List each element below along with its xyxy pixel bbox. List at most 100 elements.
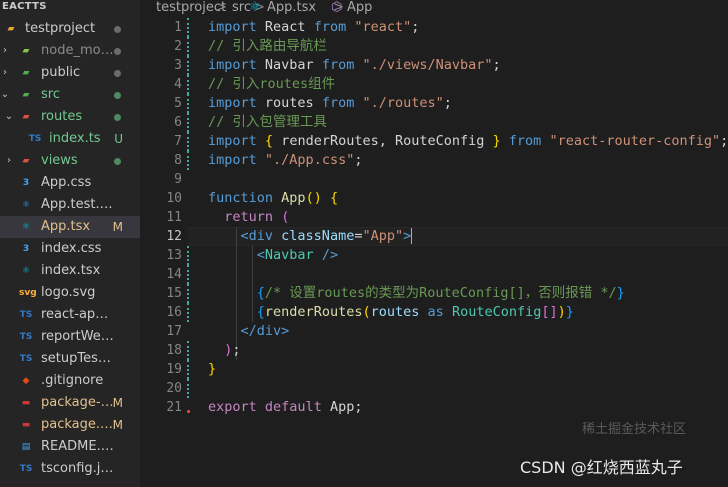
- code-line[interactable]: );: [208, 341, 240, 360]
- chevron-down-icon[interactable]: ⌄: [0, 84, 10, 106]
- line-number: 19: [166, 362, 182, 377]
- breadcrumb-item[interactable]: App ⬡: [331, 0, 372, 15]
- tree-item[interactable]: TS tsconfig.json: [0, 458, 140, 480]
- tree-item-label: setupTests.ts: [41, 351, 114, 366]
- code-line[interactable]: {renderRoutes(routes as RouteConfig[])}: [208, 303, 574, 322]
- code-token: function: [208, 190, 274, 206]
- tree-item-label: index.css: [41, 241, 102, 256]
- react-icon: ⚛: [21, 222, 31, 232]
- react-icon: ⚛: [249, 0, 261, 15]
- tree-item[interactable]: ▤ README.md: [0, 436, 140, 458]
- code-token: "react-router-config": [549, 133, 721, 149]
- code-line[interactable]: // 引入routes组件: [208, 75, 335, 94]
- tree-item-label: react-app-env....: [41, 307, 114, 322]
- tree-item[interactable]: ▬ package-l... M: [0, 392, 140, 414]
- code-line[interactable]: return (: [208, 208, 289, 227]
- tree-item[interactable]: › ▰ views: [0, 150, 140, 172]
- tree-item[interactable]: › ▰ node_modules: [0, 40, 140, 62]
- code-line[interactable]: <Navbar />: [208, 246, 338, 265]
- code-token: className: [281, 228, 355, 244]
- line-number: 11: [166, 210, 182, 225]
- tree-item[interactable]: TS index.ts U: [0, 128, 140, 150]
- gutter-change-marker: [187, 379, 190, 398]
- breadcrumb-separator: >: [216, 0, 227, 15]
- tree-item[interactable]: ⚛ App.tsx M: [0, 216, 140, 238]
- chevron-right-icon[interactable]: ›: [0, 40, 10, 62]
- gutter-change-marker: [187, 18, 190, 37]
- code-token: {: [264, 133, 274, 149]
- chevron-down-icon[interactable]: ⌄: [4, 106, 14, 128]
- code-line[interactable]: import Navbar from "./views/Navbar";: [208, 56, 501, 75]
- explorer-section-title[interactable]: EACTTS: [0, 0, 140, 14]
- tree-item[interactable]: ⌄ ▰ src: [0, 84, 140, 106]
- tree-item-label: reportWebVital...: [41, 329, 114, 344]
- code-token: "App": [362, 228, 404, 244]
- code-token: import: [208, 152, 257, 168]
- code-token: ): [557, 304, 566, 320]
- tree-item[interactable]: TS reportWebVital...: [0, 326, 140, 348]
- code-line[interactable]: </div>: [208, 322, 290, 341]
- code-token: export: [208, 399, 257, 415]
- tree-item[interactable]: ◆ .gitignore: [0, 370, 140, 392]
- tree-item[interactable]: › ▰ public: [0, 62, 140, 84]
- code-token: from: [508, 133, 542, 149]
- gutter-change-marker: [187, 113, 190, 132]
- code-token: (: [362, 304, 371, 320]
- code-token: {: [256, 285, 265, 301]
- chevron-right-icon[interactable]: ›: [4, 150, 14, 172]
- csdn-watermark: CSDN @红烧西蓝丸子: [520, 458, 683, 477]
- chevron-right-icon[interactable]: ›: [0, 62, 10, 84]
- tree-item-label: package-l...: [41, 395, 114, 410]
- tree-item[interactable]: ⚛ App.test.tsx: [0, 194, 140, 216]
- code-line[interactable]: import { renderRoutes, RouteConfig } fro…: [208, 132, 728, 151]
- git-status-dot: [114, 92, 121, 99]
- tsconfig-icon: TS: [19, 464, 33, 474]
- tree-item[interactable]: svg logo.svg: [0, 282, 140, 304]
- src-folder-icon: ▰: [22, 90, 30, 100]
- faint-watermark: 稀土掘金技术社区: [582, 422, 687, 437]
- svg-icon: svg: [19, 288, 37, 298]
- tree-item[interactable]: TS setupTests.ts: [0, 348, 140, 370]
- error-indicator-icon: [187, 410, 190, 413]
- code-line[interactable]: {/* 设置routes的类型为RouteConfig[]，否则报错 */}: [208, 284, 625, 303]
- code-token: App: [281, 190, 306, 206]
- code-line[interactable]: // 引入路由导航栏: [208, 37, 327, 56]
- code-token: React: [256, 19, 314, 35]
- tree-item[interactable]: TS react-app-env....: [0, 304, 140, 326]
- code-editor[interactable]: 1 2 3 4 5 6 7 8 9 10 11 12 13 14 15 16 17 18 19 20 21 import…: [140, 16, 728, 487]
- breadcrumb-item[interactable]: App.tsx ⚛: [249, 0, 316, 15]
- tree-item[interactable]: 3 App.css: [0, 172, 140, 194]
- markdown-icon: ▤: [21, 442, 31, 452]
- code-token: "react": [354, 19, 412, 35]
- tree-item-label: App.tsx: [41, 219, 91, 234]
- tree-item[interactable]: ⚛ index.tsx: [0, 260, 140, 282]
- code-token: import: [208, 133, 257, 149]
- tree-item[interactable]: ▰ testproject: [0, 18, 140, 40]
- code-line[interactable]: <div className="App">: [208, 227, 413, 246]
- code-token: "./views/Navbar": [362, 57, 493, 73]
- code-line[interactable]: function App() {: [208, 189, 338, 208]
- tree-item[interactable]: ⌄ ▰ routes: [0, 106, 140, 128]
- line-number: 10: [166, 191, 182, 206]
- tree-item[interactable]: 3 index.css: [0, 238, 140, 260]
- tree-item[interactable]: ▬ package.js...M: [0, 414, 140, 436]
- code-line[interactable]: import routes from "./routes";: [208, 94, 452, 113]
- tree-item-label: logo.svg: [41, 285, 96, 300]
- tree-item-label: index.ts: [49, 131, 101, 146]
- code-line[interactable]: export default App;: [208, 398, 362, 417]
- git-status-badge: U: [114, 132, 123, 146]
- typescript-icon: TS: [28, 134, 42, 144]
- code-line[interactable]: }: [208, 360, 216, 379]
- code-token: // 引入包管理工具: [208, 114, 327, 130]
- code-line[interactable]: import "./App.css";: [208, 151, 362, 170]
- code-token: <: [256, 247, 265, 263]
- code-line[interactable]: import React from "react";: [208, 18, 419, 37]
- code-line[interactable]: // 引入包管理工具: [208, 113, 327, 132]
- code-token: []: [541, 304, 558, 320]
- code-token: // 引入路由导航栏: [208, 38, 327, 54]
